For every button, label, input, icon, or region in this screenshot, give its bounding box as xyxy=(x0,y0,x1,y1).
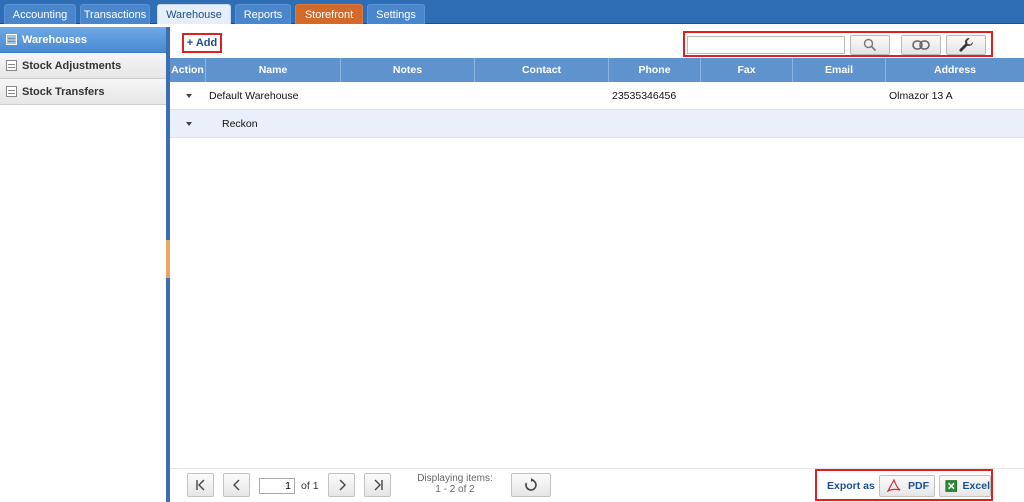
cell-address: Olmazor 13 A xyxy=(889,90,953,102)
main-panel: + Add Action Name Notes Contact Phone Fa… xyxy=(170,27,1024,502)
displaying-items-range: 1 - 2 of 2 xyxy=(435,484,475,495)
link-button[interactable] xyxy=(901,35,941,55)
page-number-input[interactable] xyxy=(259,478,295,494)
row-action-dropdown-icon[interactable] xyxy=(186,122,192,126)
first-page-icon xyxy=(195,479,204,491)
export-pdf-button[interactable]: PDF xyxy=(879,475,935,497)
stock-transfers-icon xyxy=(6,86,17,97)
pdf-label: PDF xyxy=(908,480,929,492)
wrench-icon xyxy=(959,38,973,52)
export-as-label: Export as xyxy=(827,480,875,492)
tab-settings[interactable]: Settings xyxy=(367,4,425,24)
chevron-left-icon xyxy=(232,479,239,491)
last-page-button[interactable] xyxy=(364,473,391,497)
column-header-contact[interactable]: Contact xyxy=(475,58,609,82)
link-icon xyxy=(912,40,930,50)
top-tab-bar: Accounting Transactions Warehouse Report… xyxy=(0,0,1024,24)
sidebar-item-label: Warehouses xyxy=(22,34,88,46)
sidebar-item-warehouses[interactable]: Warehouses xyxy=(0,27,167,53)
excel-label: Excel xyxy=(962,480,990,492)
previous-page-button[interactable] xyxy=(223,473,250,497)
tab-warehouse[interactable]: Warehouse xyxy=(157,4,231,24)
cell-name: Reckon xyxy=(222,118,258,130)
column-header-phone[interactable]: Phone xyxy=(609,58,701,82)
cell-name: Default Warehouse xyxy=(209,90,299,102)
column-header-address[interactable]: Address xyxy=(886,58,1024,82)
page-of-text: of 1 xyxy=(301,480,319,492)
column-header-email[interactable]: Email xyxy=(793,58,886,82)
sidebar-item-stock-adjustments[interactable]: Stock Adjustments xyxy=(0,53,167,79)
export-group: Export as PDF Excel xyxy=(815,469,993,501)
refresh-button[interactable] xyxy=(511,473,551,497)
column-header-action[interactable]: Action xyxy=(170,58,206,82)
table-row[interactable]: Default Warehouse 23535346456 Olmazor 13… xyxy=(170,82,1024,110)
displaying-items-text: Displaying items: 1 - 2 of 2 xyxy=(400,473,510,495)
last-page-icon xyxy=(374,479,383,491)
sidebar-item-stock-transfers[interactable]: Stock Transfers xyxy=(0,79,167,105)
tab-accounting[interactable]: Accounting xyxy=(4,4,76,24)
cell-phone: 23535346456 xyxy=(612,90,677,102)
chevron-right-icon xyxy=(339,479,346,491)
search-icon xyxy=(863,38,877,52)
grid-toolbar: + Add xyxy=(170,27,1024,59)
search-button[interactable] xyxy=(850,35,890,55)
table-row[interactable]: Reckon xyxy=(170,110,1024,138)
total-pages: 1 xyxy=(312,480,319,492)
settings-tool-button[interactable] xyxy=(946,35,986,55)
tab-storefront[interactable]: Storefront xyxy=(295,4,363,24)
sidebar-item-label: Stock Transfers xyxy=(22,86,105,98)
sidebar-item-label: Stock Adjustments xyxy=(22,60,122,72)
next-page-button[interactable] xyxy=(328,473,355,497)
tab-transactions[interactable]: Transactions xyxy=(80,4,150,24)
excel-icon xyxy=(945,480,958,492)
pdf-icon xyxy=(886,479,901,493)
refresh-icon xyxy=(525,478,537,491)
column-header-notes[interactable]: Notes xyxy=(341,58,475,82)
tab-reports[interactable]: Reports xyxy=(235,4,291,24)
stock-adjustments-icon xyxy=(6,60,17,71)
column-header-fax[interactable]: Fax xyxy=(701,58,793,82)
add-button[interactable]: + Add xyxy=(182,33,222,53)
column-header-name[interactable]: Name xyxy=(206,58,341,82)
displaying-items-label: Displaying items: xyxy=(417,473,493,484)
warehouse-icon xyxy=(6,34,17,45)
row-action-dropdown-icon[interactable] xyxy=(186,94,192,98)
search-tools-group xyxy=(683,31,993,57)
pagination-bar: of 1 Displaying items: 1 - 2 of 2 Expo xyxy=(170,468,1024,502)
search-input[interactable] xyxy=(687,36,845,54)
export-excel-button[interactable]: Excel xyxy=(939,475,991,497)
grid-header: Action Name Notes Contact Phone Fax Emai… xyxy=(170,58,1024,82)
of-label: of xyxy=(301,480,310,492)
sidebar: Warehouses Stock Adjustments Stock Trans… xyxy=(0,27,168,502)
first-page-button[interactable] xyxy=(187,473,214,497)
